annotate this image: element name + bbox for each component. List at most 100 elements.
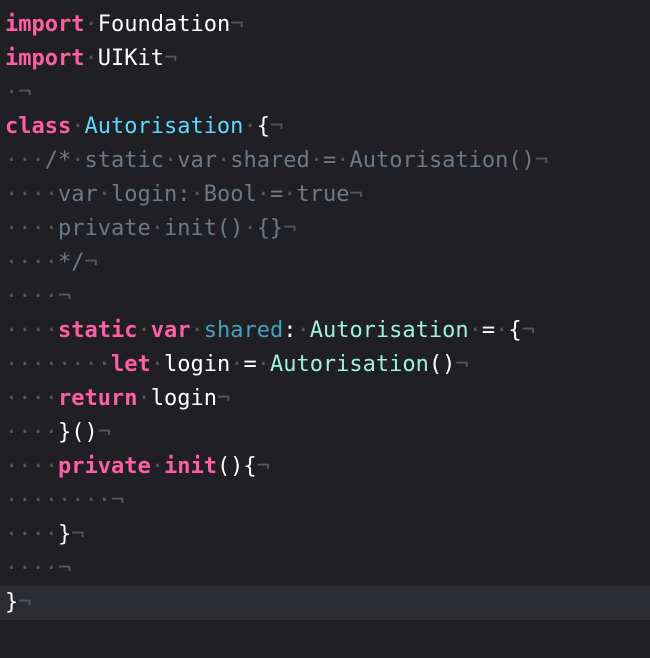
invisible-whitespace-marker: ···· [5, 420, 58, 445]
comment-token: = [269, 182, 284, 207]
invisible-whitespace-marker: ¬ [97, 420, 111, 445]
invisible-whitespace-marker: ··· [5, 148, 45, 173]
comment-token: {} [256, 216, 284, 241]
comment-token: /* [44, 148, 72, 173]
invisible-whitespace-marker: ···· [5, 250, 58, 275]
code-line[interactable]: ····private·init()·{}¬ [0, 212, 650, 246]
invisible-whitespace-marker: · [84, 46, 98, 71]
comment-token: Bool [203, 182, 257, 207]
code-editor[interactable]: import·Foundation¬ import·UIKit¬ ·¬ class·A… [0, 8, 650, 620]
invisible-whitespace-marker: · [230, 352, 244, 377]
invisible-whitespace-marker: ¬ [84, 250, 98, 275]
invisible-whitespace-marker: ¬ [163, 46, 178, 71]
invisible-whitespace-marker: · [256, 352, 270, 377]
invisible-whitespace-marker: · [150, 454, 164, 479]
invisible-whitespace-marker: · [336, 148, 350, 173]
comment-token: private [57, 216, 151, 241]
code-line[interactable]: ···/*·static·var·shared·=·Autorisation()… [0, 144, 650, 178]
invisible-whitespace-marker: ···· [5, 522, 58, 547]
keyword-token: class [5, 114, 72, 139]
code-line[interactable]: ····¬ [0, 280, 650, 314]
code-line[interactable]: import·Foundation¬ [0, 8, 650, 42]
comment-token: */ [57, 250, 85, 275]
invisible-whitespace-marker: · [468, 318, 482, 343]
invisible-whitespace-marker: ¬ [534, 148, 549, 173]
comment-token: var [177, 148, 217, 173]
invisible-whitespace-marker: · [84, 12, 98, 37]
invisible-whitespace-marker: · [256, 182, 270, 207]
invisible-whitespace-marker: · [71, 148, 85, 173]
invisible-whitespace-marker: ····¬ [5, 284, 72, 309]
keyword-token: let [110, 352, 151, 377]
invisible-whitespace-marker: · [163, 148, 178, 173]
invisible-whitespace-marker: · [216, 148, 231, 173]
plain-token: login [150, 386, 217, 411]
invisible-whitespace-marker: · [296, 318, 310, 343]
code-line[interactable]: ····¬ [0, 552, 650, 586]
invisible-whitespace-marker: · [97, 182, 111, 207]
plain-token: } [5, 590, 19, 615]
code-line[interactable]: ····static·var·shared:·Autorisation·=·{¬ [0, 314, 650, 348]
invisible-whitespace-marker: ¬ [349, 182, 363, 207]
invisible-whitespace-marker: · [309, 148, 323, 173]
comment-token: login: [110, 182, 191, 207]
code-line[interactable]: ····*/¬ [0, 246, 650, 280]
comment-token: init() [163, 216, 244, 241]
code-line[interactable]: ····var·login:·Bool·=·true¬ [0, 178, 650, 212]
comment-token: static [84, 148, 164, 173]
code-line[interactable]: class·Autorisation·{¬ [0, 110, 650, 144]
comment-token: true [296, 182, 350, 207]
code-line[interactable]: ····return·login¬ [0, 382, 650, 416]
invisible-whitespace-marker: · [243, 114, 257, 139]
invisible-whitespace-marker: ¬ [18, 590, 32, 615]
invisible-whitespace-marker: · [190, 182, 204, 207]
plain-token: = [481, 318, 496, 343]
code-line[interactable]: ····private·init(){¬ [0, 450, 650, 484]
keyword-token: var [150, 318, 191, 343]
comment-token: var [57, 182, 98, 207]
plain-token: } [57, 522, 72, 547]
plain-token: () [428, 352, 456, 377]
invisible-whitespace-marker: ····¬ [5, 556, 72, 581]
invisible-whitespace-marker: ········¬ [5, 488, 125, 513]
invisible-whitespace-marker: ¬ [521, 318, 535, 343]
code-line[interactable]: ········let·login·=·Autorisation()¬ [0, 348, 650, 382]
plain-token: { [508, 318, 522, 343]
type-name-token: Autorisation [309, 318, 469, 343]
comment-token: = [322, 148, 337, 173]
plain-token: }() [57, 420, 98, 445]
invisible-whitespace-marker: ¬ [455, 352, 469, 377]
invisible-whitespace-marker: · [190, 318, 204, 343]
property-token: shared [203, 318, 284, 343]
code-line[interactable]: ·¬ [0, 76, 650, 110]
invisible-whitespace-marker: ···· [5, 182, 58, 207]
invisible-whitespace-marker: · [150, 352, 164, 377]
invisible-whitespace-marker: · [283, 182, 297, 207]
keyword-token: static [57, 318, 138, 343]
plain-token: Foundation [97, 12, 231, 37]
invisible-whitespace-marker: ¬ [283, 216, 297, 241]
invisible-whitespace-marker: · [150, 216, 164, 241]
code-line[interactable]: ········¬ [0, 484, 650, 518]
invisible-whitespace-marker: ¬ [216, 386, 231, 411]
comment-token: shared [230, 148, 310, 173]
comment-token: Autorisation() [349, 148, 535, 173]
invisible-whitespace-marker: ···· [5, 454, 58, 479]
invisible-whitespace-marker: ¬ [230, 12, 244, 37]
code-line-current[interactable]: }¬ [0, 586, 650, 620]
plain-token: login [163, 352, 231, 377]
keyword-token: return [57, 386, 138, 411]
plain-token: UIKit [97, 46, 164, 71]
invisible-whitespace-marker: · [243, 216, 257, 241]
keyword-token: import [5, 46, 85, 71]
keyword-token: private [57, 454, 151, 479]
invisible-whitespace-marker: ···· [5, 216, 58, 241]
plain-token: : [283, 318, 297, 343]
code-line[interactable]: import·UIKit¬ [0, 42, 650, 76]
invisible-whitespace-marker: · [137, 386, 151, 411]
invisible-whitespace-marker: ········ [5, 352, 111, 377]
code-line[interactable]: ····}¬ [0, 518, 650, 552]
invisible-whitespace-marker: · [137, 318, 151, 343]
code-line[interactable]: ····}()¬ [0, 416, 650, 450]
invisible-whitespace-marker: ···· [5, 386, 58, 411]
